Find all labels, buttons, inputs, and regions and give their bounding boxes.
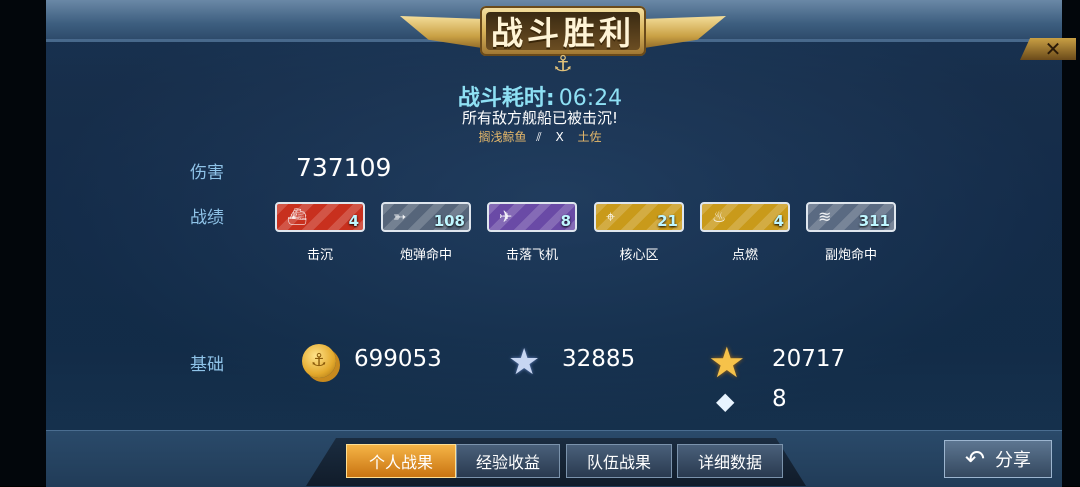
attacker-name: 搁浅鲸鱼 xyxy=(478,130,527,144)
victory-emblem: 战斗胜利 ⚓ xyxy=(400,0,726,80)
medal-caption: 核心区 xyxy=(619,248,659,263)
medal-caption: 击沉 xyxy=(306,248,333,263)
achievement-medal[interactable]: ⛴ 4 xyxy=(275,202,365,232)
medal-count: 108 xyxy=(433,212,465,230)
secondary-gun-icon: ≋ xyxy=(818,207,832,226)
medal-caption: 击落飞机 xyxy=(505,248,558,263)
damage-label: 伤害 xyxy=(190,163,224,183)
achievements-label: 战绩 xyxy=(190,208,224,228)
medal-caption: 炮弹命中 xyxy=(399,248,452,263)
achievement-medal[interactable]: ♨ 4 xyxy=(700,202,790,232)
experience-value: 32885 xyxy=(562,346,636,372)
tab-label: 队伍战果 xyxy=(586,453,651,472)
tab-team[interactable]: 队伍战果 xyxy=(566,444,672,478)
page-title: 战斗胜利 xyxy=(490,14,635,52)
tab-personal[interactable]: 个人战果 xyxy=(346,444,456,478)
medal-count: 4 xyxy=(773,212,784,230)
battle-message: 所有敌方舰船已被击沉! xyxy=(461,109,618,127)
achievement-medal[interactable]: ≋ 311 xyxy=(806,202,896,232)
coins-value: 699053 xyxy=(354,346,442,372)
diamond-icon: ◆ xyxy=(716,387,735,415)
kill-separator: X xyxy=(555,130,564,144)
tab-label: 个人战果 xyxy=(368,453,433,472)
final-kill-line: 搁浅鲸鱼 ⫽ X 土佐 xyxy=(0,128,1080,145)
achievement-medal[interactable]: ✈ 8 xyxy=(487,202,577,232)
captain-xp-star-icon: ★ xyxy=(708,338,746,387)
plane-icon: ✈ xyxy=(499,207,513,226)
diamonds-value: 8 xyxy=(772,386,787,412)
shell-icon: ➳ xyxy=(393,207,407,226)
coin-icon: ⚓ xyxy=(302,344,336,378)
medal-caption: 副炮命中 xyxy=(824,248,877,263)
target-name: 土佐 xyxy=(577,130,602,144)
anchor-icon: ⚓ xyxy=(553,52,573,77)
close-icon: ✕ xyxy=(1044,37,1062,61)
core-icon: ⌖ xyxy=(606,207,616,226)
battle-result-screen: 战斗胜利 ⚓ ✕ 战斗耗时: 06:24 所有敌方舰船已被击沉! 搁浅鲸鱼 ⫽ X… xyxy=(0,0,1080,487)
right-letterbox xyxy=(1062,0,1080,486)
tab-experience[interactable]: 经验收益 xyxy=(456,444,560,478)
damage-value: 737109 xyxy=(296,153,392,182)
fire-icon: ♨ xyxy=(712,207,727,226)
share-button[interactable]: ↶ 分享 xyxy=(944,440,1052,478)
experience-star-icon: ★ xyxy=(508,342,541,383)
achievement-medal[interactable]: ➳ 108 xyxy=(381,202,471,232)
tab-label: 详细数据 xyxy=(697,453,762,472)
left-letterbox xyxy=(0,0,46,486)
share-arrow-icon: ↶ xyxy=(964,445,986,473)
achievement-medal[interactable]: ⌖ 21 xyxy=(594,202,684,232)
tab-details[interactable]: 详细数据 xyxy=(677,444,783,478)
share-label: 分享 xyxy=(995,450,1032,471)
medal-count: 8 xyxy=(560,212,571,230)
ship-icon: ⛴ xyxy=(287,207,308,226)
captain-xp-value: 20717 xyxy=(772,346,846,372)
medal-count: 4 xyxy=(348,212,359,230)
medal-count: 21 xyxy=(657,212,678,230)
medal-caption: 点燃 xyxy=(731,248,758,263)
torpedo-icon: ⫽ xyxy=(536,130,542,144)
base-label: 基础 xyxy=(190,355,224,375)
medal-count: 311 xyxy=(858,212,890,230)
title-plate: 战斗胜利 xyxy=(480,6,646,56)
tab-label: 经验收益 xyxy=(475,453,540,472)
